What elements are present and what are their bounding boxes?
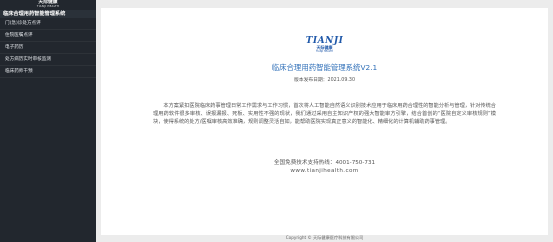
sidebar-item-realtime-audit[interactable]: 处方病历实时审核监测 (0, 54, 96, 66)
sidebar-menu: 门(急)诊处方点评 住院医嘱点评 电子药历 处方病历实时审核监测 临床药师干预 (0, 18, 96, 78)
brand-logo: 天际健康 TIANJI HEALTH (0, 0, 96, 10)
release-date: 版本发布日期：2021.09.30 (293, 78, 356, 83)
website-link[interactable]: www.tianjihealth.com (101, 168, 548, 174)
sidebar: 天际健康 TIANJI HEALTH 临床合理用药智能管理系统 门(急)诊处方点… (0, 0, 96, 242)
main-content: TIANJI 天际健康 TIANJI HEALTH 临床合理用药智能管理系统V2… (101, 8, 548, 235)
sidebar-item-inpatient-review[interactable]: 住院医嘱点评 (0, 30, 96, 42)
company-logo: TIANJI 天际健康 TIANJI HEALTH (101, 37, 548, 54)
brand-name-en: TIANJI HEALTH (36, 5, 60, 8)
page-title: 临床合理用药智能管理系统V2.1 (271, 63, 378, 72)
product-description: 本方案紧扣医院临床药事管理日常工作需求与工作习惯，首次将人工智能自然语义识别技术… (153, 103, 496, 126)
system-title: 临床合理用药智能管理系统 (0, 10, 96, 18)
sidebar-item-medication-record[interactable]: 电子药历 (0, 42, 96, 54)
support-hotline: 全国免费技术支持热线：4001-750-731 (273, 160, 376, 166)
footer-copyright: Copyright © 天际健康医疗科技有限公司 (285, 235, 364, 240)
logo-en: TIANJI HEALTH (316, 50, 333, 53)
sidebar-item-pharmacist-intervention[interactable]: 临床药师干预 (0, 66, 96, 78)
sidebar-item-outpatient-review[interactable]: 门(急)诊处方点评 (0, 18, 96, 30)
